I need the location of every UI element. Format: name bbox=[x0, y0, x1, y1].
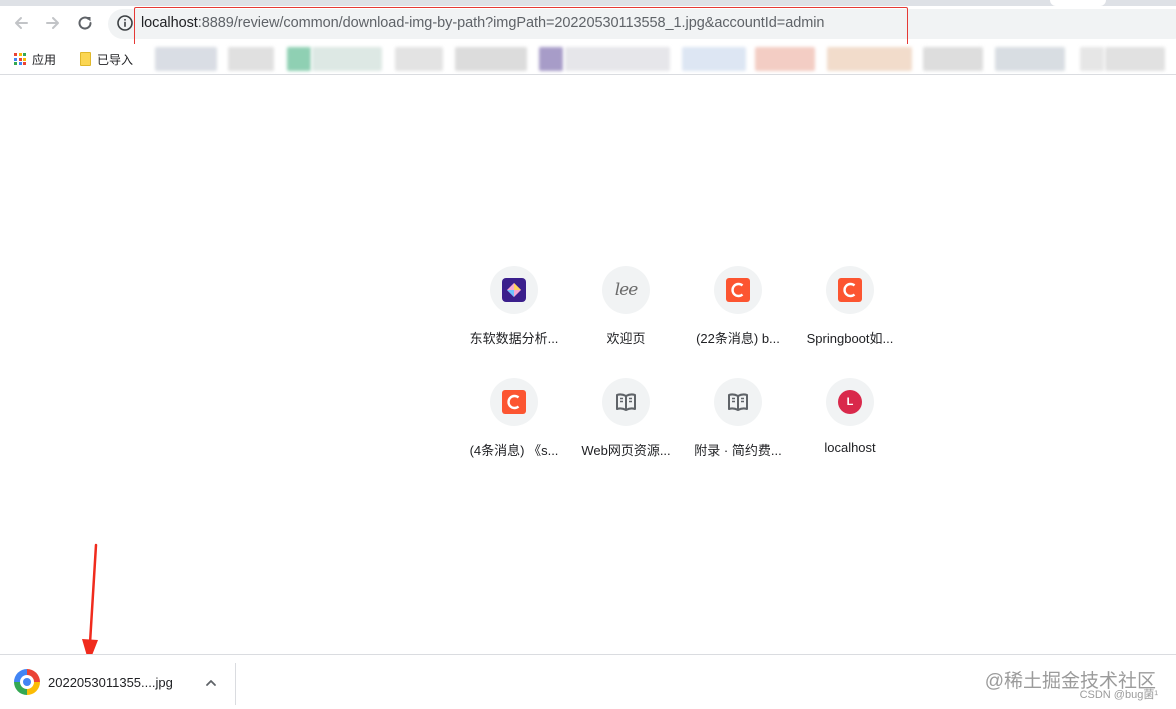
back-button[interactable] bbox=[9, 11, 33, 35]
shortcut-tile[interactable]: Web网页资源... bbox=[570, 378, 682, 490]
redacted-bookmark[interactable] bbox=[565, 47, 670, 71]
bookmark-imported-label: 已导入 bbox=[97, 52, 134, 67]
bookmark-apps-label: 应用 bbox=[32, 52, 57, 67]
url-host: localhost bbox=[141, 15, 198, 31]
shortcut-title: Springboot如... bbox=[806, 331, 894, 346]
info-icon[interactable] bbox=[116, 14, 134, 32]
shortcut-title: 附录 · 简约费... bbox=[694, 443, 782, 458]
shortcut-icon-circle bbox=[490, 378, 538, 426]
csdn-watermark: CSDN @bug菌¹ bbox=[1079, 689, 1158, 701]
shortcut-tile[interactable]: L localhost bbox=[794, 378, 906, 490]
csdn-icon bbox=[502, 390, 526, 414]
shortcut-icon-circle bbox=[602, 378, 650, 426]
book-icon bbox=[728, 393, 748, 411]
image-viewer-icon bbox=[14, 669, 40, 695]
localhost-letter-icon: L bbox=[838, 390, 862, 414]
shortcut-tile[interactable]: 东软数据分析... bbox=[458, 266, 570, 378]
bookmark-apps[interactable]: 应用 bbox=[14, 48, 56, 70]
redacted-bookmark[interactable] bbox=[312, 47, 382, 71]
redacted-bookmark[interactable] bbox=[995, 47, 1065, 71]
shortcut-title: (22条消息) b... bbox=[696, 331, 780, 346]
shortcut-title: (4条消息) 《s... bbox=[469, 443, 559, 458]
csdn-icon bbox=[838, 278, 862, 302]
lee-logo-icon: lee bbox=[614, 280, 639, 300]
active-tab-edge bbox=[1050, 0, 1106, 6]
redacted-bookmark[interactable] bbox=[539, 47, 563, 71]
shortcut-tile[interactable]: 附录 · 简约费... bbox=[682, 378, 794, 490]
redacted-bookmark[interactable] bbox=[755, 47, 815, 71]
shortcut-icon-circle bbox=[714, 378, 762, 426]
neusoft-icon bbox=[502, 278, 526, 302]
download-item[interactable]: 2022053011355....jpg bbox=[8, 665, 228, 699]
bookmark-imported-folder[interactable]: 已导入 bbox=[80, 48, 133, 70]
shortcut-title: 东软数据分析... bbox=[469, 331, 559, 346]
redacted-bookmark[interactable] bbox=[287, 47, 311, 71]
shortcut-title: localhost bbox=[824, 440, 876, 455]
shortcut-icon-circle bbox=[826, 266, 874, 314]
redacted-bookmark[interactable] bbox=[228, 47, 274, 71]
shortcut-icon-circle: lee bbox=[602, 266, 650, 314]
shortcut-title: 欢迎页 bbox=[606, 331, 646, 346]
shortcut-icon-circle: L bbox=[826, 378, 874, 426]
bookmarks-bar: 应用 已导入 bbox=[0, 44, 1176, 75]
url-path: :8889/review/common/download-img-by-path… bbox=[197, 15, 825, 31]
shortcut-tile[interactable]: (4条消息) 《s... bbox=[458, 378, 570, 490]
redacted-bookmark[interactable] bbox=[395, 47, 443, 71]
tab-strip bbox=[0, 0, 1176, 6]
shortcut-title: Web网页资源... bbox=[581, 443, 671, 458]
reload-button[interactable] bbox=[73, 11, 97, 35]
apps-grid-icon bbox=[14, 53, 26, 65]
redacted-bookmark[interactable] bbox=[1105, 47, 1165, 71]
url-text[interactable]: localhost:8889/review/common/download-im… bbox=[141, 15, 824, 31]
shortcut-tile[interactable]: lee 欢迎页 bbox=[570, 266, 682, 378]
redacted-bookmark[interactable] bbox=[827, 47, 912, 71]
reload-icon bbox=[78, 16, 92, 30]
redacted-bookmark[interactable] bbox=[455, 47, 527, 71]
download-filename: 2022053011355....jpg bbox=[48, 675, 173, 690]
redacted-bookmark[interactable] bbox=[682, 47, 746, 71]
arrow-left-icon bbox=[15, 17, 28, 29]
folder-icon bbox=[80, 52, 91, 66]
shortcut-tile[interactable]: (22条消息) b... bbox=[682, 266, 794, 378]
shortcut-tile[interactable]: Springboot如... bbox=[794, 266, 906, 378]
browser-toolbar: localhost:8889/review/common/download-im… bbox=[0, 0, 1176, 48]
annotation-arrow-icon bbox=[82, 543, 98, 663]
chevron-up-icon[interactable] bbox=[202, 674, 220, 692]
shortcut-icon-circle bbox=[490, 266, 538, 314]
redacted-bookmark[interactable] bbox=[1080, 47, 1104, 71]
shortcut-icon-circle bbox=[714, 266, 762, 314]
forward-button[interactable] bbox=[41, 11, 65, 35]
redacted-bookmark[interactable] bbox=[155, 47, 217, 71]
csdn-icon bbox=[726, 278, 750, 302]
shelf-divider bbox=[235, 663, 236, 705]
arrow-right-icon bbox=[46, 17, 59, 29]
book-icon bbox=[616, 393, 636, 411]
redacted-bookmark[interactable] bbox=[923, 47, 983, 71]
